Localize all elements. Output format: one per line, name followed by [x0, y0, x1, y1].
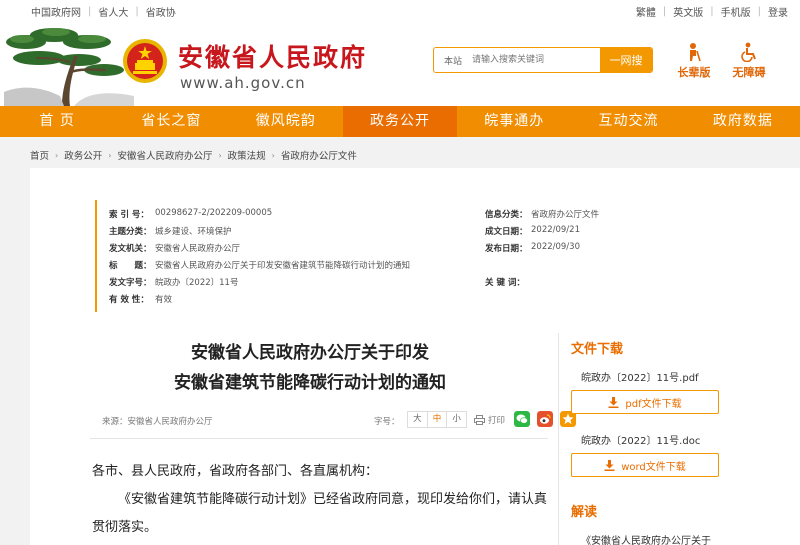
font-size-medium[interactable]: 中: [428, 412, 448, 427]
search-scope[interactable]: 本站: [434, 54, 472, 67]
elder-icon: [690, 43, 701, 62]
download-icon: [604, 459, 615, 471]
word-download-label: word文件下载: [621, 461, 686, 473]
accessibility-button[interactable]: 无障碍: [724, 42, 774, 80]
article-source: 来源：安徽省人民政府办公厅: [102, 417, 213, 427]
breadcrumb-office[interactable]: 安徽省人民政府办公厅: [117, 148, 212, 162]
meta-topic: 主题分类： 城乡建设、环境保护: [109, 227, 232, 237]
search-input[interactable]: [472, 49, 600, 71]
article-paragraph: 《安徽省建筑节能降碳行动计划》已经省政府同意，现印发给你们，请认真贯彻落实。: [92, 492, 548, 535]
font-size-small[interactable]: 小: [447, 412, 466, 427]
meta-docno: 发文字号： 皖政办〔2022〕11号: [109, 278, 239, 288]
link-login[interactable]: 登录: [768, 4, 788, 19]
meta-date-published: 发布日期： 2022/09/30: [485, 242, 580, 254]
site-url: www.ah.gov.cn: [180, 74, 306, 92]
article-toolbar: 来源：安徽省人民政府办公厅 字号： 大 中 小 打印: [102, 411, 576, 431]
page-root: 中国政府网 | 省人大 | 省政协 繁體 | 英文版 | 手机版 | 登录 安徽…: [0, 0, 800, 545]
elder-mode-label: 长辈版: [677, 66, 711, 79]
separator: |: [135, 6, 139, 17]
nav-culture[interactable]: 徽风皖韵: [229, 106, 343, 137]
wechat-share-icon[interactable]: [514, 411, 530, 427]
link-china-gov[interactable]: 中国政府网: [31, 4, 81, 19]
chevron-right-icon: ›: [108, 150, 112, 160]
file1-name: 皖政办〔2022〕11号.pdf: [581, 373, 699, 384]
breadcrumb: 首页 › 政务公开 › 安徽省人民政府办公厅 › 政策法规 › 省政府办公厅文件: [30, 148, 357, 163]
elder-mode-button[interactable]: 长辈版: [669, 42, 719, 80]
breadcrumb-policy[interactable]: 政策法规: [228, 148, 266, 162]
top-links-left: 中国政府网 | 省人大 | 省政协: [31, 4, 176, 19]
title-divider: [90, 438, 548, 439]
article-title: 安徽省人民政府办公厅关于印发 安徽省建筑节能降碳行动计划的通知: [90, 338, 530, 398]
nav-gov-data[interactable]: 政府数据: [686, 106, 800, 137]
file2-name: 皖政办〔2022〕11号.doc: [581, 436, 701, 447]
link-provincial-congress[interactable]: 省人大: [98, 4, 128, 19]
link-english[interactable]: 英文版: [673, 4, 703, 19]
link-cppcc[interactable]: 省政协: [146, 4, 176, 19]
separator: |: [757, 6, 761, 17]
chevron-right-icon: ›: [55, 150, 59, 160]
meta-title: 标 题： 安徽省人民政府办公厅关于印发安徽省建筑节能降碳行动计划的通知: [109, 261, 411, 271]
meta-index: 索 引 号： 00298627-2/202209-00005: [109, 208, 273, 220]
top-links-right: 繁體 | 英文版 | 手机版 | 登录: [636, 4, 788, 19]
print-button[interactable]: 打印: [474, 414, 505, 426]
meta-keywords: 关 键 词：: [485, 278, 525, 288]
interpretation-heading: 解读: [571, 505, 598, 520]
separator: |: [710, 6, 714, 17]
content-card: 索 引 号： 00298627-2/202209-00005 信息分类： 省政府…: [30, 168, 800, 545]
meta-category: 信息分类： 省政府办公厅文件: [485, 210, 600, 220]
interpretation-link[interactable]: 《安徽省人民政府办公厅关于: [581, 532, 711, 545]
article-salutation: 各市、县人民政府，省政府各部门、各直属机构：: [92, 464, 379, 479]
separator: |: [88, 6, 92, 17]
top-bar: 中国政府网 | 省人大 | 省政协 繁體 | 英文版 | 手机版 | 登录: [0, 0, 800, 20]
column-divider: [558, 333, 559, 545]
weibo-share-icon[interactable]: [537, 411, 553, 427]
breadcrumb-gov-affairs[interactable]: 政务公开: [64, 148, 102, 162]
main-nav: 首 页 省长之窗 徽风皖韵 政务公开 皖事通办 互动交流 政府数据: [0, 106, 800, 137]
nav-governor[interactable]: 省长之窗: [114, 106, 228, 137]
word-download-button[interactable]: word文件下载: [571, 453, 719, 477]
site-title: 安徽省人民政府: [178, 43, 368, 72]
meta-date-made: 成文日期： 2022/09/21: [485, 225, 580, 237]
nav-home[interactable]: 首 页: [0, 106, 114, 137]
pdf-download-label: pdf文件下载: [625, 398, 682, 410]
chevron-right-icon: ›: [218, 150, 222, 160]
separator: |: [662, 6, 667, 17]
article-body: 各市、县人民政府，省政府各部门、各直属机构： 《安徽省建筑节能降碳行动计划》已经…: [92, 458, 552, 542]
link-mobile[interactable]: 手机版: [721, 4, 751, 19]
search-box: 本站 一网搜: [433, 47, 653, 73]
font-size-label: 字号：: [374, 417, 400, 427]
accessibility-label: 无障碍: [732, 66, 766, 79]
nav-gov-affairs[interactable]: 政务公开: [342, 106, 458, 137]
article-title-line1: 安徽省人民政府办公厅关于印发: [191, 343, 429, 363]
site-header: 安徽省人民政府 www.ah.gov.cn 本站 一网搜 长辈版 无障碍: [0, 20, 800, 106]
article-title-line2: 安徽省建筑节能降碳行动计划的通知: [174, 373, 446, 393]
nav-interaction[interactable]: 互动交流: [571, 106, 685, 137]
pdf-download-button[interactable]: pdf文件下载: [571, 390, 719, 414]
pine-tree-illustration: [4, 28, 134, 106]
document-metadata: 索 引 号： 00298627-2/202209-00005 信息分类： 省政府…: [95, 200, 685, 312]
print-label: 打印: [488, 416, 506, 426]
download-icon: [608, 396, 619, 408]
national-emblem-icon: [123, 39, 167, 83]
file-download-heading: 文件下载: [571, 342, 624, 357]
printer-icon: [474, 415, 485, 425]
search-button[interactable]: 一网搜: [600, 48, 652, 72]
font-size-large[interactable]: 大: [408, 412, 428, 427]
font-size-switcher: 大 中 小: [407, 411, 467, 428]
link-traditional[interactable]: 繁體: [636, 4, 656, 19]
meta-validity: 有 效 性： 有效: [109, 295, 173, 305]
breadcrumb-office-docs[interactable]: 省政府办公厅文件: [281, 148, 357, 162]
meta-issuer: 发文机关： 安徽省人民政府办公厅: [109, 244, 241, 254]
wheelchair-icon: [741, 42, 756, 62]
breadcrumb-home[interactable]: 首页: [30, 148, 49, 162]
chevron-right-icon: ›: [271, 150, 275, 160]
nav-services[interactable]: 皖事通办: [457, 106, 571, 137]
